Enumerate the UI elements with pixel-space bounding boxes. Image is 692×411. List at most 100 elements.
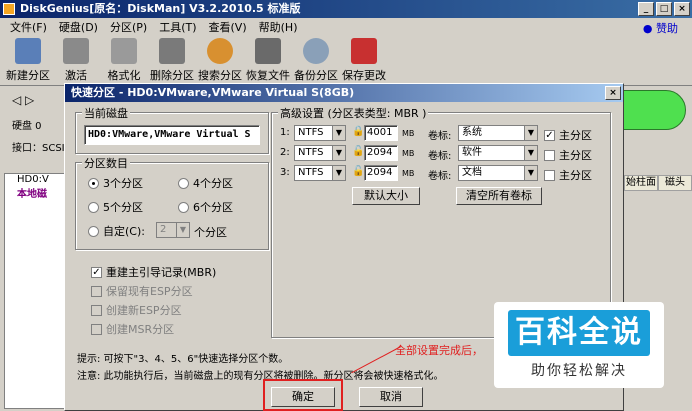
size-input-3[interactable]: 2094: [364, 165, 398, 181]
radio-6-partitions[interactable]: 6个分区: [178, 199, 233, 215]
chevron-down-icon: ▼: [332, 166, 345, 180]
tree-item-hd0[interactable]: HD0:V: [5, 174, 65, 185]
checkbox-label: 创建MSR分区: [106, 323, 175, 336]
disk-tree: HD0:V 本地磁: [4, 173, 66, 409]
ok-highlight-box: [263, 379, 343, 411]
radio-label: 6个分区: [193, 201, 233, 214]
disk-panel: ◁ ▷ 硬盘 0 接口：SCSI HD0:V 本地磁: [0, 87, 68, 411]
create-esp-checkbox[interactable]: 创建新ESP分区: [91, 302, 182, 318]
new-partition-button[interactable]: 新建分区: [4, 36, 52, 86]
size-input-1[interactable]: 4001: [364, 125, 398, 141]
radio-indicator: [88, 225, 99, 237]
current-disk-group: 当前磁盘 HD0:VMware,VMware Virtual S: [75, 105, 269, 154]
checkbox-label: 创建新ESP分区: [106, 304, 182, 317]
menu-file[interactable]: 文件(F): [4, 19, 53, 35]
custom-count-suffix: 个分区: [194, 226, 227, 239]
column-header-start-cylinder[interactable]: 始柱面: [624, 175, 658, 191]
interface-label: 接口：SCSI: [12, 143, 65, 154]
unlock-icon[interactable]: 🔓: [352, 167, 364, 178]
menu-tools[interactable]: 工具(T): [153, 19, 202, 35]
menu-disk[interactable]: 硬盘(D): [53, 19, 104, 35]
menu-partition[interactable]: 分区(P): [104, 19, 153, 35]
size-unit: MB: [402, 149, 415, 158]
backup-partition-icon: [303, 38, 329, 64]
clear-labels-button[interactable]: 清空所有卷标: [456, 187, 542, 205]
radio-5-partitions[interactable]: 5个分区: [88, 199, 143, 215]
chevron-down-icon: ▼: [332, 126, 345, 140]
watermark: 百科全说 助你轻松解决: [494, 302, 664, 388]
warning-text: 注意: 此功能执行后，当前磁盘上的现有分区将被删除。新分区将会被快速格式化。: [77, 371, 444, 382]
volume-label-select-2[interactable]: 软件 ▼: [458, 145, 538, 161]
app-icon: [3, 3, 15, 15]
radio-3-partitions[interactable]: 3个分区: [88, 175, 143, 191]
menu-help[interactable]: 帮助(H): [253, 19, 304, 35]
cancel-button[interactable]: 取消: [359, 387, 423, 407]
tip-text: 提示: 可按下"3、4、5、6"快速选择分区个数。: [77, 354, 289, 365]
recover-file-button[interactable]: 恢复文件: [244, 36, 292, 86]
volume-label-value: 文档: [462, 167, 482, 178]
radio-indicator: [178, 177, 189, 189]
radio-label: 5个分区: [103, 201, 143, 214]
recover-file-icon: [255, 38, 281, 64]
primary-checkbox-3[interactable]: 主分区: [544, 167, 592, 183]
volume-label-caption: 卷标:: [428, 171, 452, 182]
unlock-icon[interactable]: 🔓: [352, 147, 364, 158]
delete-partition-button[interactable]: 删除分区: [148, 36, 196, 86]
partition-count-label: 分区数目: [82, 155, 130, 171]
minimize-button[interactable]: _: [638, 2, 654, 16]
maximize-button[interactable]: □: [656, 2, 672, 16]
radio-4-partitions[interactable]: 4个分区: [178, 175, 233, 191]
fs-select-1[interactable]: NTFS ▼: [294, 125, 346, 141]
radio-indicator: [88, 177, 99, 189]
volume-label-value: 软件: [462, 147, 482, 158]
tool-label: 格式化: [107, 69, 141, 82]
custom-count-select[interactable]: 2 ▼: [156, 222, 190, 238]
watermark-logo: 百科全说: [508, 310, 650, 356]
checkbox-label: 主分区: [559, 149, 592, 162]
chevron-down-icon: ▼: [176, 223, 189, 237]
radio-label: 4个分区: [193, 177, 233, 190]
create-msr-checkbox[interactable]: 创建MSR分区: [91, 321, 174, 337]
format-button[interactable]: 格式化: [100, 36, 148, 86]
default-size-button[interactable]: 默认大小: [352, 187, 420, 205]
size-input-2[interactable]: 2094: [364, 145, 398, 161]
chevron-down-icon: ▼: [332, 146, 345, 160]
chevron-down-icon: ▼: [524, 166, 537, 180]
size-unit: MB: [402, 169, 415, 178]
nav-arrows[interactable]: ◁ ▷: [12, 93, 34, 107]
dialog-title-bar: 快速分区 - HD0:VMware,VMware Virtual S(8GB) …: [65, 84, 623, 102]
fs-value: NTFS: [298, 147, 324, 158]
backup-partition-button[interactable]: 备份分区: [292, 36, 340, 86]
current-disk-field: HD0:VMware,VMware Virtual S: [84, 125, 260, 145]
format-icon: [111, 38, 137, 64]
activate-button[interactable]: 激活: [52, 36, 100, 86]
volume-label-select-1[interactable]: 系统 ▼: [458, 125, 538, 141]
column-header-head[interactable]: 磁头: [658, 175, 692, 191]
keep-esp-checkbox[interactable]: 保留现有ESP分区: [91, 283, 193, 299]
checkbox-label: 保留现有ESP分区: [106, 285, 193, 298]
delete-partition-icon: [159, 38, 185, 64]
fs-select-2[interactable]: NTFS ▼: [294, 145, 346, 161]
partition-count-group: 分区数目 3个分区 4个分区 5个分区 6个分区 自定(C): 2 ▼ 个分区: [75, 155, 269, 250]
check-indicator: [544, 149, 555, 161]
sponsor-link[interactable]: ● 赞助: [643, 20, 678, 36]
row-index: 3:: [280, 167, 290, 178]
fs-select-3[interactable]: NTFS ▼: [294, 165, 346, 181]
dialog-close-button[interactable]: ×: [605, 86, 621, 100]
size-unit: MB: [402, 129, 415, 138]
tree-item-local-disk[interactable]: 本地磁: [5, 185, 65, 200]
close-button[interactable]: ×: [674, 2, 690, 16]
radio-custom[interactable]: 自定(C):: [88, 223, 145, 239]
lock-icon[interactable]: 🔒: [352, 127, 364, 138]
primary-checkbox-2[interactable]: 主分区: [544, 147, 592, 163]
check-indicator: [91, 323, 102, 335]
radio-label: 3个分区: [103, 177, 143, 190]
rebuild-mbr-checkbox[interactable]: ✓ 重建主引导记录(MBR): [91, 264, 216, 280]
primary-checkbox-1[interactable]: ✓ 主分区: [544, 127, 592, 143]
save-changes-button[interactable]: 保存更改: [340, 36, 388, 86]
annotation-text: 全部设置完成后，: [395, 344, 483, 357]
search-partition-button[interactable]: 搜索分区: [196, 36, 244, 86]
volume-label-select-3[interactable]: 文档 ▼: [458, 165, 538, 181]
menu-view[interactable]: 查看(V): [203, 19, 253, 35]
activate-icon: [63, 38, 89, 64]
